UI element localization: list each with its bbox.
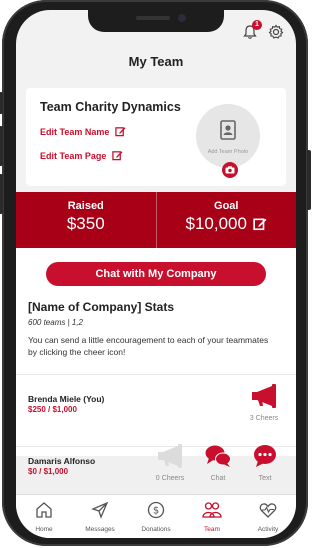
phone-side-button bbox=[307, 150, 311, 210]
nav-messages[interactable]: Messages bbox=[72, 495, 128, 538]
megaphone-icon bbox=[252, 384, 276, 408]
raised-value: $350 bbox=[66, 214, 105, 233]
edit-team-name-link[interactable]: Edit Team Name bbox=[40, 126, 126, 137]
text-bubble-icon bbox=[254, 445, 276, 467]
heart-pulse-icon bbox=[259, 503, 277, 518]
nav-label: Team bbox=[204, 526, 220, 533]
edit-goal-icon[interactable] bbox=[253, 217, 267, 231]
phone-side-button bbox=[0, 126, 3, 166]
text-button[interactable]: Text bbox=[245, 444, 285, 482]
nav-team[interactable]: Team bbox=[184, 495, 240, 538]
nav-home[interactable]: Home bbox=[16, 495, 72, 538]
fundraising-stats: Raised $350 Goal $10,000 bbox=[16, 192, 296, 248]
edit-team-page-label: Edit Team Page bbox=[40, 150, 107, 161]
team-content: Chat with My Company [Name of Company] S… bbox=[16, 248, 296, 494]
gear-icon[interactable] bbox=[268, 24, 284, 40]
goal-label: Goal bbox=[214, 200, 239, 212]
raised-label: Raised bbox=[67, 200, 104, 212]
member-amount: $250 / $1,000 bbox=[28, 405, 77, 414]
cheer-count: 3 Cheers bbox=[249, 415, 279, 422]
page-title: My Team bbox=[128, 54, 184, 69]
nav-activity[interactable]: Activity bbox=[240, 495, 296, 538]
nav-label: Activity bbox=[257, 526, 279, 533]
speaker bbox=[136, 16, 170, 20]
member-amount: $0 / $1,000 bbox=[28, 467, 69, 476]
chat-label: Chat bbox=[210, 475, 226, 482]
phone-side-button bbox=[0, 92, 3, 114]
divider bbox=[16, 374, 296, 375]
team-card: Team Charity Dynamics Edit Team Name Edi… bbox=[26, 88, 286, 186]
send-icon bbox=[91, 501, 109, 519]
edit-icon bbox=[112, 151, 123, 161]
camera-button[interactable] bbox=[222, 162, 238, 178]
raised-value-row: $350 bbox=[16, 214, 156, 234]
nav-donations[interactable]: $ Donations bbox=[128, 495, 184, 538]
nav-label: Home bbox=[35, 526, 53, 533]
text-label: Text bbox=[258, 475, 272, 482]
chat-with-company-button[interactable]: Chat with My Company bbox=[46, 262, 266, 286]
goal-value: $10,000 bbox=[185, 214, 247, 233]
goal-stat: Goal $10,000 bbox=[155, 192, 297, 248]
teams-count: 600 teams | 1,2 bbox=[28, 318, 83, 327]
bottom-nav: Home Messages $ Donations Team Activity bbox=[16, 494, 296, 538]
dollar-icon: $ bbox=[147, 501, 165, 519]
cheer-button[interactable]: 3 Cheers bbox=[244, 384, 284, 422]
cheer-count: 0 Cheers bbox=[155, 475, 185, 482]
header-icons: 1 bbox=[242, 20, 284, 40]
team-photo-placeholder[interactable]: Add Team Photo bbox=[196, 104, 260, 178]
nav-label: Donations bbox=[141, 526, 171, 533]
cheer-button[interactable]: 0 Cheers bbox=[150, 444, 190, 482]
team-icon bbox=[202, 502, 222, 518]
member-name: Brenda Miele (You) bbox=[28, 394, 105, 404]
app-screen: 1 My Team Team Charity Dynamics Edit Tea… bbox=[16, 10, 296, 538]
goal-value-row: $10,000 bbox=[157, 214, 297, 234]
company-stats-title: [Name of Company] Stats bbox=[28, 300, 175, 314]
notification-badge: 1 bbox=[252, 20, 262, 30]
camera-icon bbox=[225, 166, 235, 174]
edit-team-name-label: Edit Team Name bbox=[40, 126, 110, 137]
raised-stat: Raised $350 bbox=[16, 192, 156, 248]
megaphone-icon bbox=[158, 444, 182, 468]
member-name: Damaris Alfonso bbox=[28, 456, 96, 466]
home-icon bbox=[36, 502, 52, 518]
portrait-icon bbox=[220, 120, 236, 140]
front-camera bbox=[178, 14, 186, 22]
edit-team-page-link[interactable]: Edit Team Page bbox=[40, 150, 123, 161]
chat-button[interactable]: Chat bbox=[198, 444, 238, 482]
add-team-photo-label: Add Team Photo bbox=[207, 149, 249, 155]
notifications-button[interactable]: 1 bbox=[242, 20, 262, 40]
phone-notch bbox=[88, 10, 224, 32]
phone-frame: 1 My Team Team Charity Dynamics Edit Tea… bbox=[0, 0, 311, 546]
encouragement-text: You can send a little encouragement to e… bbox=[28, 335, 269, 357]
phone-side-button bbox=[0, 174, 3, 214]
team-name: Team Charity Dynamics bbox=[40, 100, 181, 114]
chat-bubbles-icon bbox=[205, 445, 231, 467]
nav-label: Messages bbox=[85, 526, 115, 533]
edit-icon bbox=[115, 127, 126, 137]
svg-text:$: $ bbox=[153, 506, 159, 517]
